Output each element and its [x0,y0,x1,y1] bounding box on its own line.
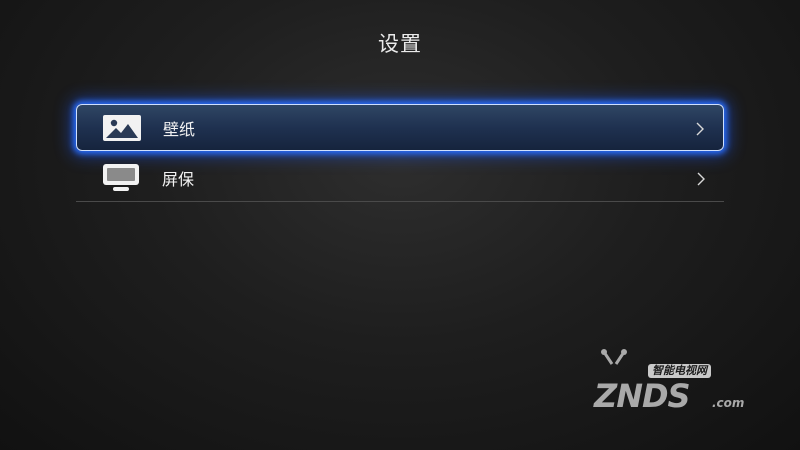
menu-item-label: 壁纸 [163,119,196,139]
watermark-domain: .com [712,396,745,410]
settings-menu: 壁纸 屏保 [76,104,724,202]
page-title: 设置 [378,32,422,56]
monitor-icon [102,164,140,192]
watermark-brand: ZNDS [594,377,691,415]
watermark-tagline: 智能电视网 [648,364,711,378]
menu-item-wallpaper[interactable]: 壁纸 [76,104,724,151]
menu-item-screensaver[interactable]: 屏保 [76,155,724,202]
menu-item-label: 屏保 [162,170,195,189]
chevron-right-icon [695,121,705,135]
image-icon [103,114,141,142]
watermark-logo: 智能电视网 ZNDS .com [588,348,758,420]
chevron-right-icon [696,171,706,186]
